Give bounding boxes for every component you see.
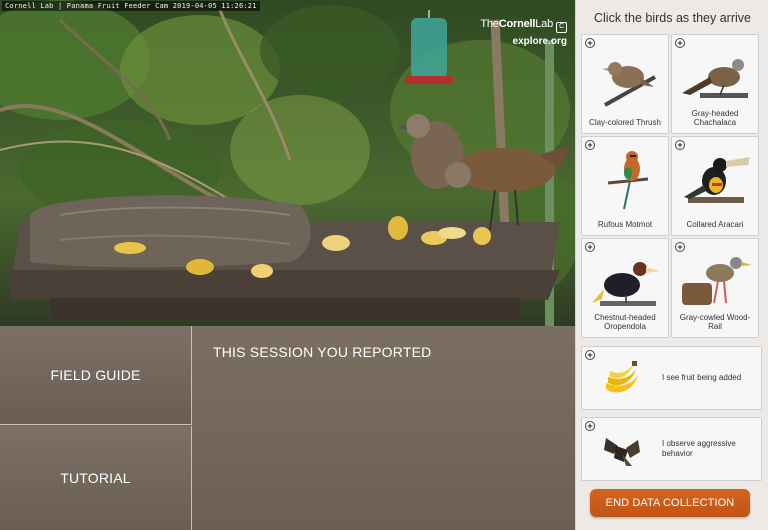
bird-name: Chestnut-headed Oropendola	[594, 313, 656, 331]
feeder-cam-video: Cornell Lab | Panama Fruit Feeder Cam 20…	[0, 0, 575, 326]
bird-button-rufous-motmot[interactable]: + Rufous Motmot	[581, 136, 669, 236]
rufous-motmot-icon	[607, 151, 649, 210]
field-guide-button[interactable]: FIELD GUIDE	[0, 326, 192, 425]
plus-icon: +	[585, 421, 595, 431]
bird-name: Collared Aracari	[686, 220, 744, 229]
fighting-birds-icon	[604, 438, 640, 466]
gray-headed-chachalaca-icon	[682, 59, 748, 98]
bird-name: Gray-cowled Wood-Rail	[679, 313, 751, 331]
bird-button-chestnut-headed-oropendola[interactable]: + Chestnut-headed Oropendola	[581, 238, 669, 338]
bird-button-collared-aracari[interactable]: + Collared Aracari	[671, 136, 759, 236]
cornell-lab-logo: TheCornellLab C explore.org	[480, 18, 567, 47]
bird-button-clay-colored-thrush[interactable]: + Clay-colored Thrush	[581, 34, 669, 134]
collared-aracari-icon	[684, 157, 750, 203]
fruit-added-button[interactable]: + I see fruit being added	[581, 346, 762, 410]
bottom-panel: FIELD GUIDE TUTORIAL THIS SESSION YOU RE…	[0, 326, 575, 530]
bird-name: Gray-headed Chachalaca	[691, 109, 739, 127]
session-report-area: THIS SESSION YOU REPORTED	[193, 326, 575, 530]
end-data-collection-button[interactable]: END DATA COLLECTION	[590, 489, 750, 517]
cornell-seal-icon: C	[556, 22, 567, 33]
bird-name: Clay-colored Thrush	[589, 118, 661, 127]
aggressive-behavior-button[interactable]: + I observe aggressive behavior	[581, 417, 762, 481]
feeder-scene	[0, 0, 575, 326]
plus-icon: +	[585, 350, 595, 360]
explore-org-logo: explore.org	[512, 36, 567, 47]
tutorial-button[interactable]: TUTORIAL	[0, 426, 192, 530]
clay-colored-thrush-icon	[602, 62, 656, 107]
bird-name: Rufous Motmot	[597, 220, 653, 229]
bird-button-gray-headed-chachalaca[interactable]: + Gray-headed Chachalaca	[671, 34, 759, 134]
banana-icon	[606, 361, 638, 393]
gray-cowled-wood-rail-icon	[682, 257, 752, 305]
chestnut-headed-oropendola-icon	[592, 262, 660, 306]
bird-button-gray-cowled-wood-rail[interactable]: + Gray-cowled Wood-Rail	[671, 238, 759, 338]
bird-report-panel: Click the birds as they arrive + Clay-co…	[575, 0, 768, 530]
session-title: THIS SESSION YOU REPORTED	[213, 344, 432, 360]
behavior-text: I observe aggressive behavior	[662, 439, 736, 458]
cam-caption: Cornell Lab | Panama Fruit Feeder Cam 20…	[2, 1, 260, 11]
behavior-text: I see fruit being added	[662, 373, 742, 382]
panel-title: Click the birds as they arrive	[593, 11, 751, 25]
